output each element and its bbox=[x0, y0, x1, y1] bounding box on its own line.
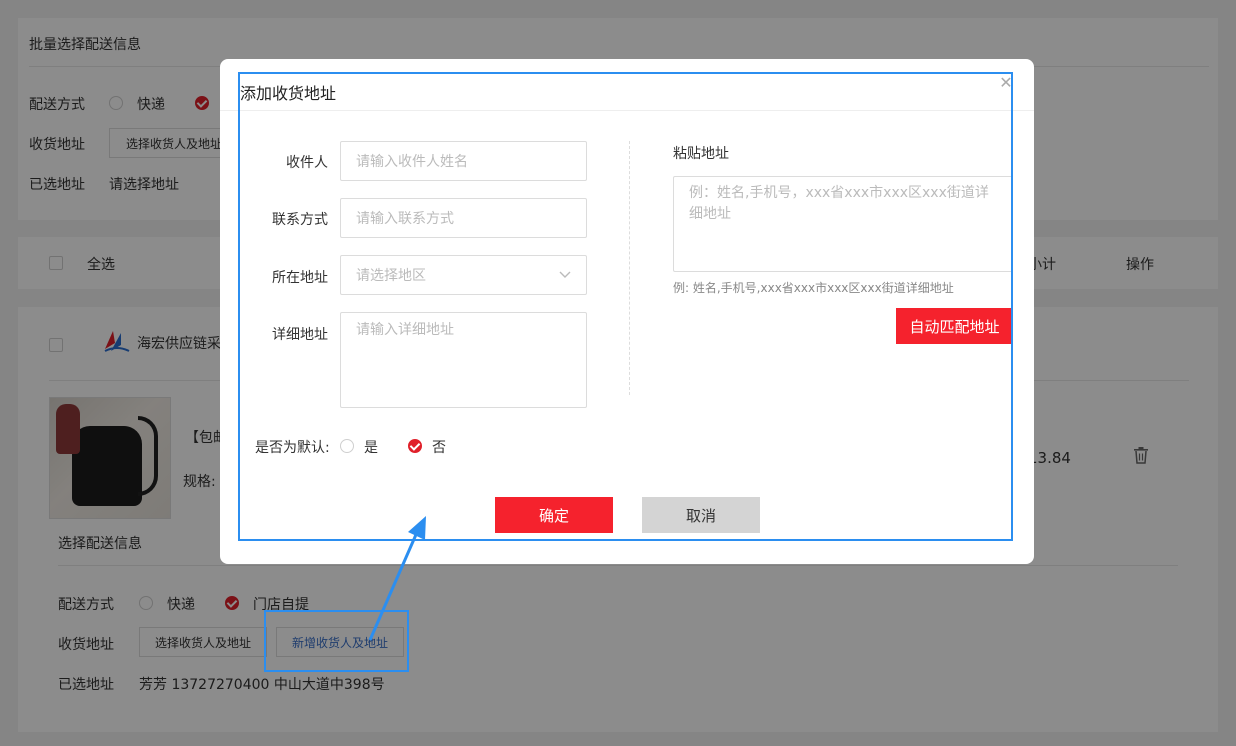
modal-highlight-box bbox=[238, 72, 1013, 541]
new-address-highlight-box bbox=[264, 610, 409, 672]
